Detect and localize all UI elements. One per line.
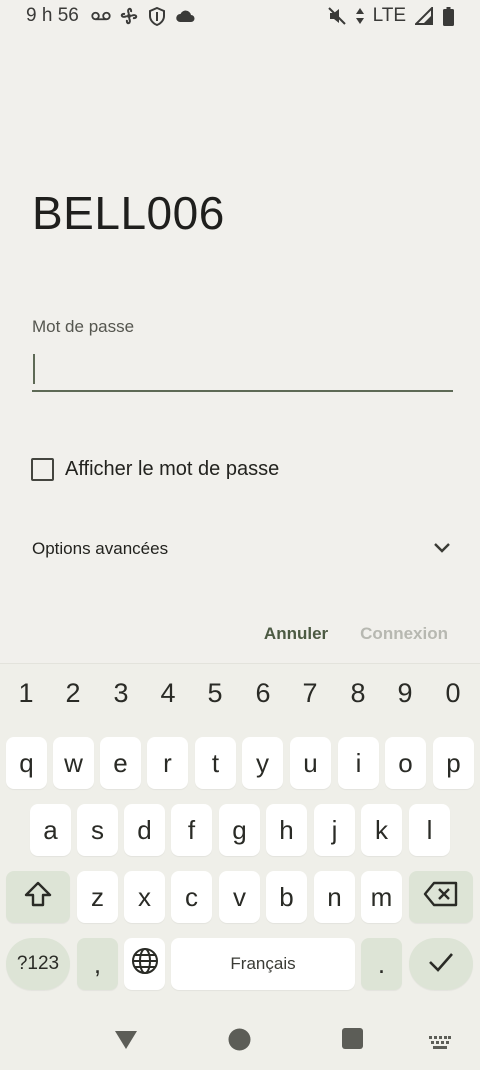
key-i[interactable]: i <box>338 737 379 789</box>
key-q[interactable]: q <box>6 737 47 789</box>
key-z[interactable]: z <box>77 871 118 923</box>
home-icon[interactable] <box>228 1028 251 1056</box>
show-password-label: Afficher le mot de passe <box>65 458 280 480</box>
key-5[interactable]: 5 <box>195 678 235 709</box>
key-p[interactable]: p <box>433 737 474 789</box>
key-t[interactable]: t <box>195 737 236 789</box>
data-arrows-icon <box>355 6 365 26</box>
advanced-options-label: Options avancées <box>32 539 169 558</box>
key-s[interactable]: s <box>77 804 118 856</box>
comma-key[interactable]: , <box>77 938 118 990</box>
key-f[interactable]: f <box>171 804 212 856</box>
key-j[interactable]: j <box>314 804 355 856</box>
key-8[interactable]: 8 <box>338 678 378 709</box>
space-key[interactable]: Français <box>171 938 355 990</box>
network-type: LTE <box>372 5 406 26</box>
checkmark-icon <box>427 949 455 980</box>
key-7[interactable]: 7 <box>290 678 330 709</box>
key-y[interactable]: y <box>242 737 283 789</box>
key-0[interactable]: 0 <box>433 678 473 709</box>
keyboard-switch-icon[interactable] <box>429 1036 451 1055</box>
number-row: 1 2 3 4 5 6 7 8 9 0 <box>0 678 480 714</box>
enter-key[interactable] <box>409 938 473 990</box>
cloud-icon <box>175 6 195 26</box>
text-cursor <box>33 354 35 384</box>
key-2[interactable]: 2 <box>53 678 93 709</box>
key-n[interactable]: n <box>314 871 355 923</box>
key-e[interactable]: e <box>100 737 141 789</box>
voicemail-icon <box>91 6 111 26</box>
fan-icon <box>119 6 139 26</box>
shield-icon <box>147 6 167 26</box>
key-4[interactable]: 4 <box>148 678 188 709</box>
key-r[interactable]: r <box>147 737 188 789</box>
signal-icon <box>414 6 434 26</box>
key-3[interactable]: 3 <box>101 678 141 709</box>
battery-icon <box>442 6 454 26</box>
key-c[interactable]: c <box>171 871 212 923</box>
key-v[interactable]: v <box>219 871 260 923</box>
status-bar: 9 h 56 LTE <box>0 0 480 32</box>
clock: 9 h 56 <box>26 5 79 26</box>
key-g[interactable]: g <box>219 804 260 856</box>
show-password-toggle[interactable]: Afficher le mot de passe <box>31 458 279 481</box>
key-d[interactable]: d <box>124 804 165 856</box>
navigation-bar <box>0 1006 480 1070</box>
connect-button[interactable]: Connexion <box>360 624 448 644</box>
network-name-title: BELL006 <box>32 187 225 239</box>
password-label: Mot de passe <box>32 317 135 336</box>
key-w[interactable]: w <box>53 737 94 789</box>
language-key[interactable] <box>124 938 165 990</box>
key-1[interactable]: 1 <box>6 678 46 709</box>
show-password-checkbox[interactable] <box>31 458 54 481</box>
symbols-key[interactable]: ?123 <box>6 938 70 990</box>
key-o[interactable]: o <box>385 737 426 789</box>
recents-icon[interactable] <box>342 1028 363 1054</box>
key-x[interactable]: x <box>124 871 165 923</box>
key-a[interactable]: a <box>30 804 71 856</box>
key-6[interactable]: 6 <box>243 678 283 709</box>
key-m[interactable]: m <box>361 871 402 923</box>
period-key[interactable]: . <box>361 938 402 990</box>
advanced-options[interactable]: Options avancées <box>32 534 453 564</box>
key-9[interactable]: 9 <box>385 678 425 709</box>
backspace-icon <box>423 881 459 914</box>
key-h[interactable]: h <box>266 804 307 856</box>
back-icon[interactable] <box>114 1030 138 1055</box>
key-u[interactable]: u <box>290 737 331 789</box>
key-k[interactable]: k <box>361 804 402 856</box>
password-field[interactable] <box>32 346 453 392</box>
shift-icon <box>23 880 53 915</box>
key-l[interactable]: l <box>409 804 450 856</box>
cancel-button[interactable]: Annuler <box>264 624 328 644</box>
dialog-actions: Annuler Connexion <box>264 624 448 644</box>
globe-icon <box>131 947 159 982</box>
backspace-key[interactable] <box>409 871 473 923</box>
chevron-down-icon <box>433 539 451 559</box>
key-b[interactable]: b <box>266 871 307 923</box>
mute-icon <box>327 6 347 26</box>
shift-key[interactable] <box>6 871 70 923</box>
